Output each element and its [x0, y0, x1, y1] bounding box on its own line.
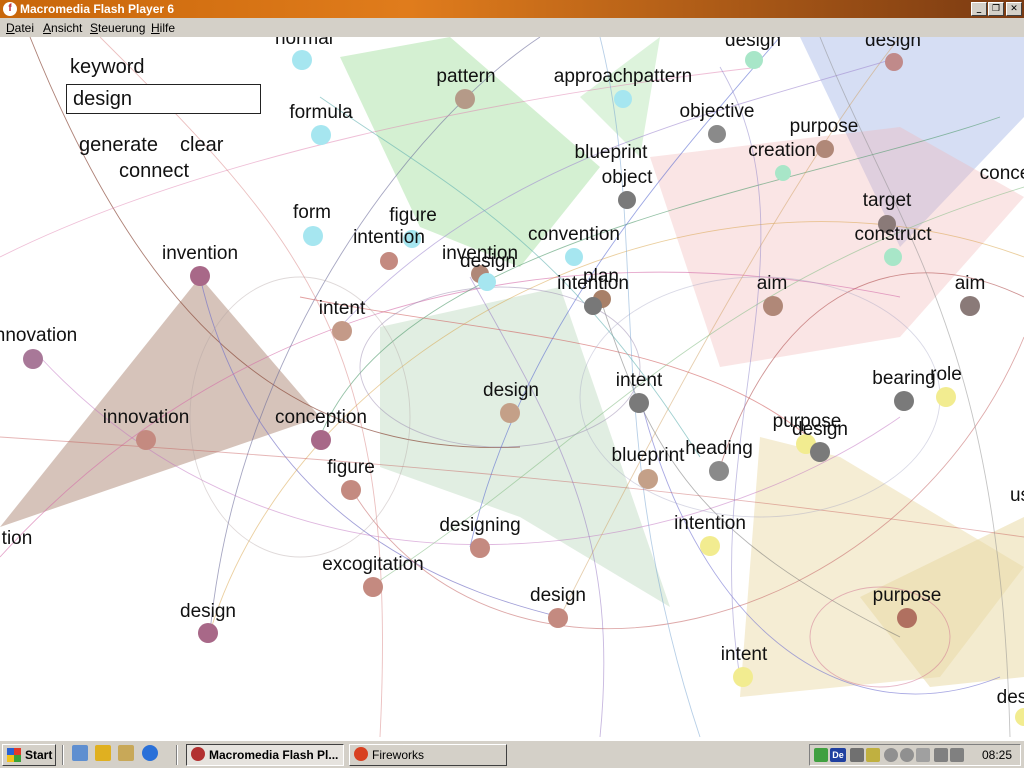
word-label: design [483, 380, 539, 401]
flash-task-icon [191, 747, 205, 761]
word-label: blueprint [575, 142, 649, 163]
clear-button[interactable]: clear [180, 133, 223, 157]
task-fireworks[interactable]: Fireworks [349, 744, 507, 766]
volume-icon[interactable] [866, 748, 880, 762]
word-label: conception [275, 407, 367, 428]
word-label: design [865, 37, 921, 51]
taskbar-separator [176, 745, 178, 765]
word-label: intention [353, 227, 425, 248]
task-label: Fireworks [372, 748, 425, 762]
word-label: objective [680, 101, 755, 122]
network-icon[interactable] [814, 748, 828, 762]
task-label: Macromedia Flash Pl... [209, 748, 339, 762]
menu-datei[interactable]: Datei [6, 21, 34, 35]
menu-hilfe[interactable]: Hilfe [151, 21, 175, 35]
start-button[interactable]: Start [2, 744, 56, 766]
clock: 08:25 [981, 748, 1012, 762]
internet-explorer-icon[interactable] [142, 745, 158, 761]
windows-logo-icon [7, 748, 21, 762]
word-label: conce [980, 163, 1024, 184]
word-label: design [460, 251, 516, 272]
word-label: intent [721, 644, 768, 665]
word-label: figure [389, 205, 437, 226]
word-label: design [792, 419, 848, 440]
monitor-icon[interactable] [950, 748, 964, 762]
tray-utility-icon[interactable] [900, 748, 914, 762]
word-label: target [863, 190, 912, 211]
word-label: nnovation [0, 325, 77, 346]
show-desktop-icon[interactable] [72, 745, 88, 761]
keyword-label: keyword [70, 56, 145, 78]
word-label: excogitation [322, 554, 423, 575]
word-label: tion [2, 528, 33, 549]
tray-utility-icon[interactable] [934, 748, 948, 762]
media-player-icon[interactable] [95, 745, 111, 761]
maximize-button[interactable]: ❐ [988, 2, 1004, 16]
connect-button[interactable]: connect [119, 159, 189, 183]
word-label: intent [616, 370, 663, 391]
word-label: aim [955, 273, 986, 294]
word-label: construct [854, 224, 932, 245]
minimize-button[interactable]: _ [971, 2, 987, 16]
language-indicator-icon[interactable]: De [830, 748, 846, 762]
word-label: object [602, 167, 653, 188]
word-label: creation [748, 140, 816, 161]
word-label: purpose [790, 116, 859, 137]
word-label: design [725, 37, 781, 51]
menu-bar: Datei Ansicht Steuerung Hilfe [0, 18, 1024, 37]
window-title: Macromedia Flash Player 6 [20, 2, 175, 16]
title-bar: f Macromedia Flash Player 6 _ ❐ ✕ [0, 0, 1024, 18]
menu-steuerung[interactable]: Steuerung [90, 21, 145, 35]
word-label: intention [674, 513, 746, 534]
taskbar-separator [62, 745, 64, 765]
close-button[interactable]: ✕ [1006, 2, 1022, 16]
explorer-folder-icon[interactable] [118, 745, 134, 761]
flash-app-icon: f [3, 2, 17, 16]
word-label: designing [439, 515, 520, 536]
word-label: us [1010, 485, 1024, 506]
word-label: design [530, 585, 586, 606]
word-label: purpose [873, 585, 942, 606]
tray-utility-icon[interactable] [884, 748, 898, 762]
word-label: form [293, 202, 331, 223]
word-label: normal [275, 37, 333, 49]
taskbar: Start Macromedia Flash Pl... Fireworks D… [0, 740, 1024, 768]
word-label: intention [557, 273, 629, 294]
word-label: innovation [103, 407, 190, 428]
word-label: pattern [436, 66, 495, 87]
menu-ansicht[interactable]: Ansicht [43, 21, 82, 35]
word-label: des [997, 687, 1024, 708]
word-label: approachpattern [554, 66, 692, 87]
word-label: figure [327, 457, 375, 478]
start-label: Start [25, 748, 53, 762]
flash-stage[interactable]: normal design design pattern approachpat… [0, 37, 1024, 740]
system-tray: De 08:25 [809, 744, 1021, 766]
word-label: bearing [872, 368, 935, 389]
word-label: invention [162, 243, 238, 264]
tray-utility-icon[interactable] [916, 748, 930, 762]
word-label: formula [289, 102, 353, 123]
keyword-input[interactable]: design [66, 84, 261, 114]
generate-button[interactable]: generate [79, 133, 158, 157]
fireworks-task-icon [354, 747, 368, 761]
word-label: blueprint [612, 445, 686, 466]
word-label: intent [319, 298, 366, 319]
word-label: heading [685, 438, 753, 459]
word-label: design [180, 601, 236, 622]
recycle-icon[interactable] [850, 748, 864, 762]
word-label: convention [528, 224, 620, 245]
task-flash-player[interactable]: Macromedia Flash Pl... [186, 744, 344, 766]
word-label: role [930, 364, 962, 385]
word-label: aim [757, 273, 788, 294]
